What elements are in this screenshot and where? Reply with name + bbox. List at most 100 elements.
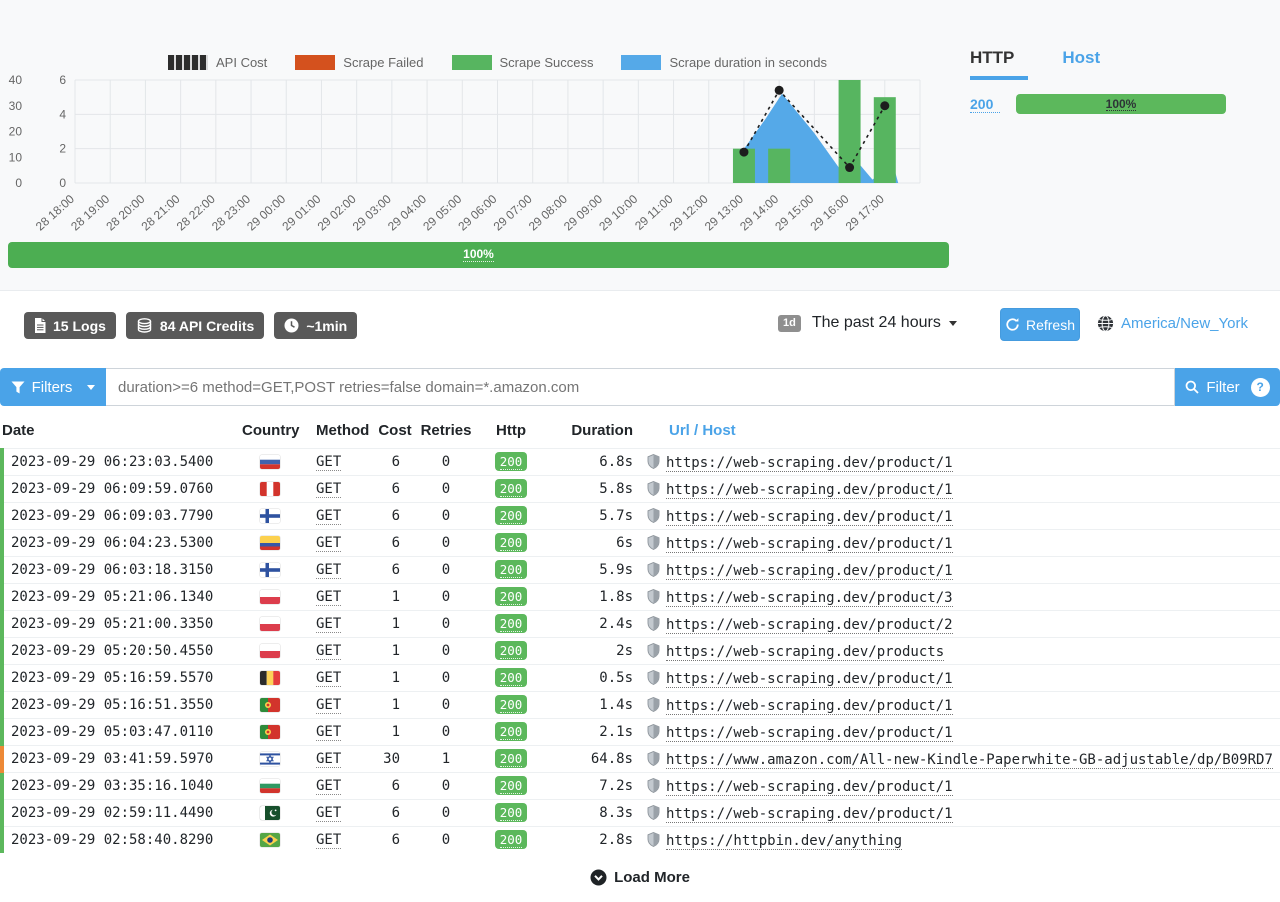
url-link[interactable]: https://web-scraping.dev/product/1: [666, 509, 953, 526]
log-url: https://web-scraping.dev/products: [641, 638, 1280, 665]
col-header-url[interactable]: Url / Host: [641, 416, 1280, 449]
url-link[interactable]: https://web-scraping.dev/product/1: [666, 455, 953, 472]
url-link[interactable]: https://httpbin.dev/anything: [666, 833, 902, 850]
status-tabs: HTTP Host: [970, 48, 1270, 80]
http-status-badge: 200: [495, 803, 528, 822]
log-row[interactable]: 2023-09-29 03:41:59.5970GET30120064.8sht…: [2, 746, 1280, 773]
tab-host[interactable]: Host: [1062, 48, 1100, 80]
log-retries: 0: [416, 692, 476, 719]
filter-query-input[interactable]: [106, 368, 1175, 406]
http-status-badge: 200: [495, 533, 528, 552]
scrape-log-dashboard: API CostScrape FailedScrape SuccessScrap…: [0, 0, 1280, 902]
stat-label: 84 API Credits: [160, 318, 254, 334]
url-link[interactable]: https://web-scraping.dev/product/1: [666, 563, 953, 580]
tab-http[interactable]: HTTP: [970, 48, 1028, 80]
log-url: https://web-scraping.dev/product/1: [641, 476, 1280, 503]
log-url: https://web-scraping.dev/product/1: [641, 800, 1280, 827]
flag-pt-icon: [260, 698, 280, 712]
log-date: 2023-09-29 05:03:47.0110: [2, 719, 242, 746]
timezone-link[interactable]: America/New_York: [1097, 315, 1248, 332]
log-http: 200: [476, 665, 546, 692]
log-retries: 0: [416, 557, 476, 584]
log-row[interactable]: 2023-09-29 05:16:59.5570GET102000.5shttp…: [2, 665, 1280, 692]
method-label: GET: [316, 697, 341, 714]
url-link[interactable]: https://web-scraping.dev/product/1: [666, 536, 953, 553]
log-row[interactable]: 2023-09-29 02:59:11.4490GET602008.3shttp…: [2, 800, 1280, 827]
url-link[interactable]: https://web-scraping.dev/product/1: [666, 698, 953, 715]
log-http: 200: [476, 557, 546, 584]
log-retries: 0: [416, 719, 476, 746]
method-label: GET: [316, 724, 341, 741]
url-link[interactable]: https://web-scraping.dev/product/1: [666, 671, 953, 688]
logs-table: DateCountryMethodCostRetriesHttpDuration…: [0, 416, 1280, 853]
url-link[interactable]: https://web-scraping.dev/product/2: [666, 617, 953, 634]
url-link[interactable]: https://web-scraping.dev/product/1: [666, 779, 953, 796]
stat-badge-clock: ~1min: [274, 312, 357, 339]
log-cost: 1: [374, 611, 416, 638]
log-row[interactable]: 2023-09-29 06:03:18.3150GET602005.9shttp…: [2, 557, 1280, 584]
log-date: 2023-09-29 06:23:03.5400: [2, 449, 242, 476]
svg-text:0: 0: [59, 176, 66, 190]
http-status-badge: 200: [495, 614, 528, 633]
log-row[interactable]: 2023-09-29 05:16:51.3550GET102001.4shttp…: [2, 692, 1280, 719]
status-rows: 200 100%: [970, 94, 1270, 114]
status-percent-bar: 100%: [1016, 94, 1226, 114]
chevron-down-icon: [87, 385, 95, 390]
log-country: [242, 611, 298, 638]
log-country: [242, 800, 298, 827]
log-method: GET: [298, 476, 374, 503]
log-row[interactable]: 2023-09-29 05:03:47.0110GET102002.1shttp…: [2, 719, 1280, 746]
log-retries: 0: [416, 503, 476, 530]
log-row[interactable]: 2023-09-29 06:04:23.5300GET602006shttps:…: [2, 530, 1280, 557]
funnel-icon: [11, 381, 25, 394]
log-duration: 1.8s: [546, 584, 641, 611]
log-row[interactable]: 2023-09-29 02:58:40.8290GET602002.8shttp…: [2, 827, 1280, 854]
log-date: 2023-09-29 02:58:40.8290: [2, 827, 242, 854]
log-cost: 1: [374, 665, 416, 692]
log-retries: 0: [416, 827, 476, 854]
log-row[interactable]: 2023-09-29 06:09:03.7790GET602005.7shttp…: [2, 503, 1280, 530]
log-duration: 6.8s: [546, 449, 641, 476]
stat-label: 15 Logs: [53, 318, 106, 334]
url-link[interactable]: https://web-scraping.dev/product/1: [666, 806, 953, 823]
filters-dropdown-button[interactable]: Filters: [0, 368, 106, 406]
load-more-button[interactable]: Load More: [0, 869, 1280, 886]
log-row[interactable]: 2023-09-29 05:20:50.4550GET102002shttps:…: [2, 638, 1280, 665]
log-duration: 64.8s: [546, 746, 641, 773]
log-cost: 6: [374, 773, 416, 800]
method-label: GET: [316, 805, 341, 822]
http-status-badge: 200: [495, 587, 528, 606]
log-row[interactable]: 2023-09-29 06:23:03.5400GET602006.8shttp…: [2, 449, 1280, 476]
log-retries: 0: [416, 530, 476, 557]
url-link[interactable]: https://web-scraping.dev/product/1: [666, 725, 953, 742]
log-url: https://httpbin.dev/anything: [641, 827, 1280, 854]
url-link[interactable]: https://web-scraping.dev/products: [666, 644, 944, 661]
log-date: 2023-09-29 05:21:00.3350: [2, 611, 242, 638]
log-method: GET: [298, 746, 374, 773]
log-row[interactable]: 2023-09-29 05:21:00.3350GET102002.4shttp…: [2, 611, 1280, 638]
log-row[interactable]: 2023-09-29 03:35:16.1040GET602007.2shttp…: [2, 773, 1280, 800]
log-country: [242, 692, 298, 719]
flag-il-icon: [260, 752, 280, 766]
filter-label: Filter: [1206, 379, 1239, 396]
log-url: https://web-scraping.dev/product/1: [641, 557, 1280, 584]
log-url: https://web-scraping.dev/product/1: [641, 503, 1280, 530]
log-cost: 6: [374, 557, 416, 584]
url-link[interactable]: https://www.amazon.com/All-new-Kindle-Pa…: [666, 752, 1273, 769]
method-label: GET: [316, 535, 341, 552]
url-link[interactable]: https://web-scraping.dev/product/3: [666, 590, 953, 607]
shield-icon: [647, 616, 660, 631]
refresh-button[interactable]: Refresh: [1000, 308, 1080, 341]
url-link[interactable]: https://web-scraping.dev/product/1: [666, 482, 953, 499]
time-range-dropdown[interactable]: 1d The past 24 hours: [778, 314, 957, 332]
status-code-link[interactable]: 200: [970, 96, 1000, 113]
shield-icon: [647, 751, 660, 766]
method-label: GET: [316, 589, 341, 606]
log-row[interactable]: 2023-09-29 05:21:06.1340GET102001.8shttp…: [2, 584, 1280, 611]
svg-text:2: 2: [59, 142, 66, 156]
apply-filter-button[interactable]: Filter ?: [1175, 368, 1280, 406]
log-row[interactable]: 2023-09-29 06:09:59.0760GET602005.8shttp…: [2, 476, 1280, 503]
help-icon[interactable]: ?: [1251, 378, 1270, 397]
log-duration: 2.1s: [546, 719, 641, 746]
shield-icon: [647, 454, 660, 469]
